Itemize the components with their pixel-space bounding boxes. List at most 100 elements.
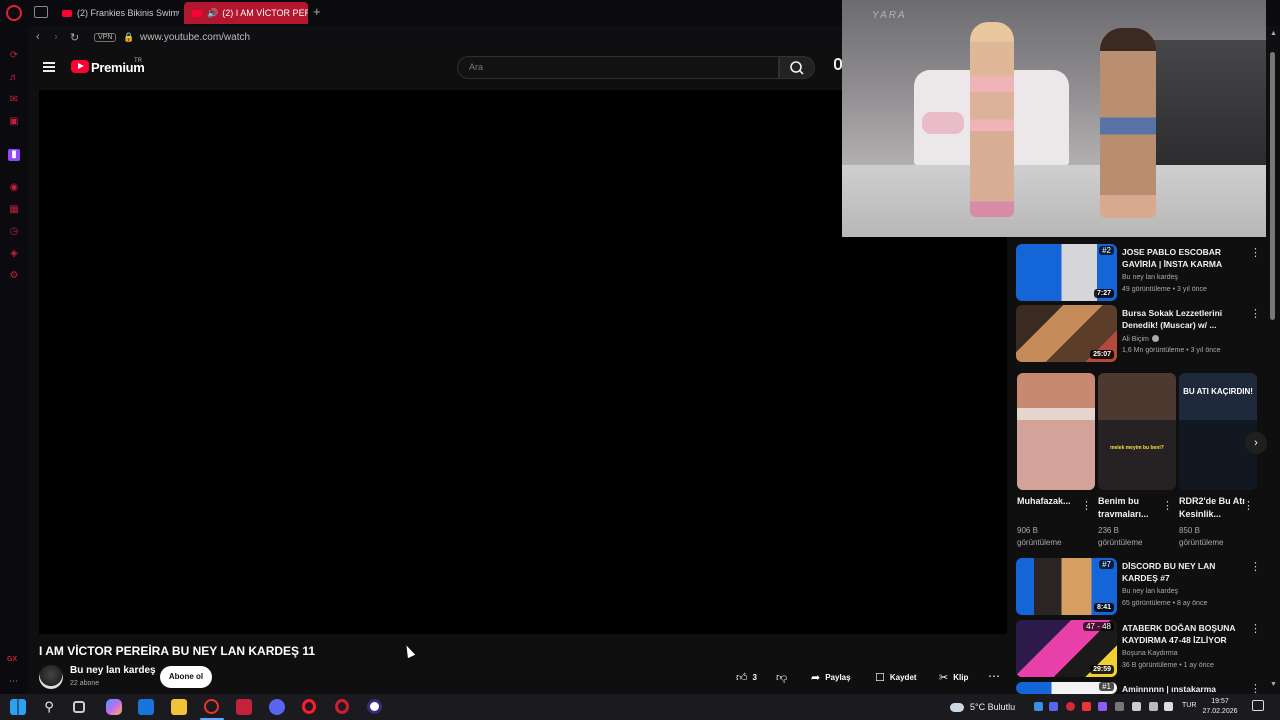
opera-alt-icon[interactable] xyxy=(335,699,349,714)
sidebar-messenger-icon[interactable]: ✉ xyxy=(8,94,20,106)
tray-headset-icon[interactable] xyxy=(1115,702,1124,711)
save-button[interactable]: ☐ Kaydet xyxy=(875,666,917,688)
steam-icon[interactable] xyxy=(1034,702,1043,711)
sidebar-player-icon[interactable]: ♬ xyxy=(8,72,20,84)
video-thumbnail[interactable]: #2 7:27 xyxy=(1016,244,1117,301)
discord-icon[interactable] xyxy=(269,699,285,715)
more-actions-icon[interactable]: ⋯ xyxy=(988,669,1000,683)
opera-icon[interactable] xyxy=(302,699,316,714)
more-options-icon[interactable]: ⋮ xyxy=(1250,622,1261,635)
sidebar-history-icon[interactable]: ◷ xyxy=(8,226,20,238)
recommendation-title[interactable]: Aminnnnn | ınstakarma xyxy=(1122,683,1248,694)
forward-icon[interactable]: › xyxy=(54,31,58,43)
short-title[interactable]: Muhafazak... xyxy=(1017,495,1083,508)
tab-frankies-bikinis[interactable]: (2) Frankies Bikinis Swimw xyxy=(54,2,179,24)
recommendation-item[interactable]: #2 7:27 JOSE PABLO ESCOBAR GAVİRİA | İNS… xyxy=(1016,244,1266,302)
video-thumbnail[interactable]: 25:07 xyxy=(1016,305,1117,362)
recommendation-channel[interactable]: Bu ney lan kardeş xyxy=(1122,274,1178,281)
more-options-icon[interactable]: ⋮ xyxy=(1243,499,1254,512)
menu-icon[interactable] xyxy=(43,62,55,72)
weather-widget[interactable]: 5°C Bulutlu xyxy=(950,694,1015,720)
recommendation-title[interactable]: JOSE PABLO ESCOBAR GAVİRİA | İNSTA KARMA xyxy=(1122,246,1248,270)
workspaces-icon[interactable] xyxy=(34,6,48,18)
reload-icon[interactable]: ↻ xyxy=(70,31,79,44)
recommendation-channel[interactable]: Boşuna Kaydırma xyxy=(1122,650,1178,657)
channel-avatar[interactable] xyxy=(39,665,63,689)
short-thumbnail[interactable]: BU ATI KAÇIRDIN! xyxy=(1179,373,1257,490)
tab-victor-pereira[interactable]: 🔊 (2) I AM VİCTOR PEREİ xyxy=(184,2,308,24)
recommendation-item[interactable]: #7 8:41 DİSCORD BU NEY LAN KARDEŞ #7 Bu … xyxy=(1016,558,1266,616)
volume-icon[interactable] xyxy=(1164,702,1173,711)
recommendation-title[interactable]: DİSCORD BU NEY LAN KARDEŞ #7 xyxy=(1122,560,1248,584)
search-button[interactable] xyxy=(779,56,815,79)
opera-air-icon[interactable] xyxy=(367,699,382,714)
dislike-button[interactable]: 👎︎ xyxy=(776,666,792,688)
windows-start-icon[interactable] xyxy=(10,699,26,715)
scrollbar-thumb[interactable] xyxy=(1270,52,1275,320)
search-input[interactable]: Ara xyxy=(457,56,779,79)
microphone-icon[interactable] xyxy=(834,58,842,70)
sidebar-pinboard-icon[interactable]: ▦ xyxy=(8,204,20,216)
picture-in-picture-video[interactable]: YARA xyxy=(842,0,1266,237)
sidebar-twitch-icon[interactable]: ▮ xyxy=(8,149,20,161)
search-icon[interactable]: ⚲ xyxy=(41,699,57,715)
more-options-icon[interactable]: ⋮ xyxy=(1250,682,1261,694)
clip-button[interactable]: ✂ Klip xyxy=(939,666,968,688)
tray-app-icon[interactable] xyxy=(1082,702,1091,711)
opera-logo-icon[interactable] xyxy=(6,5,22,21)
microphone-tray-icon[interactable] xyxy=(1132,702,1141,711)
recommendation-channel[interactable]: Ali Biçim xyxy=(1122,335,1159,343)
sidebar-gx-corner-icon[interactable]: ⟳ xyxy=(8,50,20,62)
youtube-logo-icon[interactable] xyxy=(71,60,89,73)
task-view-icon[interactable] xyxy=(73,701,85,713)
more-options-icon[interactable]: ⋮ xyxy=(1250,560,1261,573)
sidebar-discord-icon[interactable]: ◉ xyxy=(8,182,20,194)
voicemod-icon[interactable] xyxy=(236,699,252,715)
share-button[interactable]: ➦ Paylaş xyxy=(811,666,851,688)
short-thumbnail[interactable]: melek meyim bu beni? xyxy=(1098,373,1176,490)
url-field[interactable]: www.youtube.com/watch xyxy=(140,32,250,43)
video-thumbnail[interactable]: #7 8:41 xyxy=(1016,558,1117,615)
more-options-icon[interactable]: ⋮ xyxy=(1081,499,1092,512)
input-language[interactable]: TUR xyxy=(1182,702,1196,709)
sidebar-settings-icon[interactable]: ⚙ xyxy=(8,270,20,282)
back-icon[interactable]: ‹ xyxy=(36,31,40,43)
sidebar-more-icon[interactable]: ⋯ xyxy=(9,676,18,687)
tray-twitch-icon[interactable] xyxy=(1098,702,1107,711)
recommendation-item[interactable]: #1 Aminnnnn | ınstakarma ⋮ xyxy=(1016,682,1266,694)
recommendation-channel[interactable]: Bu ney lan kardeş xyxy=(1122,588,1178,595)
short-thumbnail[interactable] xyxy=(1017,373,1095,490)
file-explorer-icon[interactable] xyxy=(171,699,187,715)
sidebar-extensions-icon[interactable]: ◈ xyxy=(8,248,20,260)
more-options-icon[interactable]: ⋮ xyxy=(1250,246,1261,259)
like-button[interactable]: 👍︎ 3 xyxy=(736,666,757,688)
more-options-icon[interactable]: ⋮ xyxy=(1250,307,1261,320)
short-title[interactable]: RDR2'de Bu Atı Kesinlik... xyxy=(1179,495,1245,521)
tray-discord-icon[interactable] xyxy=(1049,702,1058,711)
shorts-next-icon[interactable]: › xyxy=(1245,432,1267,454)
opera-gx-icon[interactable] xyxy=(204,699,219,714)
video-thumbnail[interactable]: #1 xyxy=(1016,682,1117,694)
subscribe-button[interactable]: Abone ol xyxy=(160,666,212,688)
recommendation-title[interactable]: Bursa Sokak Lezzetlerini Denedik! (Musca… xyxy=(1122,307,1248,331)
channel-name[interactable]: Bu ney lan kardeş xyxy=(70,665,156,676)
recommendation-item[interactable]: 25:07 Bursa Sokak Lezzetlerini Denedik! … xyxy=(1016,305,1266,363)
mail-icon[interactable] xyxy=(138,699,154,715)
copilot-icon[interactable] xyxy=(106,699,122,715)
more-options-icon[interactable]: ⋮ xyxy=(1162,499,1173,512)
recommendation-title[interactable]: ATABERK DOĞAN BOŞUNA KAYDIRMA 47-48 İZLİ… xyxy=(1122,622,1248,646)
system-clock[interactable]: 19:57 27.02.2026 xyxy=(1200,697,1240,717)
notification-icon[interactable] xyxy=(1252,700,1264,711)
short-title[interactable]: Benim bu travmaları... xyxy=(1098,495,1164,521)
sidebar-mail-icon[interactable]: ▣ xyxy=(8,116,20,128)
lock-icon[interactable]: 🔒 xyxy=(123,32,134,43)
recommendation-item[interactable]: 47 - 48 29:59 ATABERK DOĞAN BOŞUNA KAYDI… xyxy=(1016,620,1266,678)
vpn-badge[interactable]: VPN xyxy=(94,33,117,42)
network-icon[interactable] xyxy=(1149,702,1158,711)
sidebar-gx-label[interactable]: GX xyxy=(7,656,17,663)
video-thumbnail[interactable]: 47 - 48 29:59 xyxy=(1016,620,1117,677)
scroll-down-icon[interactable]: ▼ xyxy=(1270,681,1277,688)
speaker-icon[interactable]: 🔊 xyxy=(207,8,218,19)
new-tab-button[interactable]: + xyxy=(313,4,321,19)
scroll-up-icon[interactable]: ▲ xyxy=(1270,30,1277,37)
